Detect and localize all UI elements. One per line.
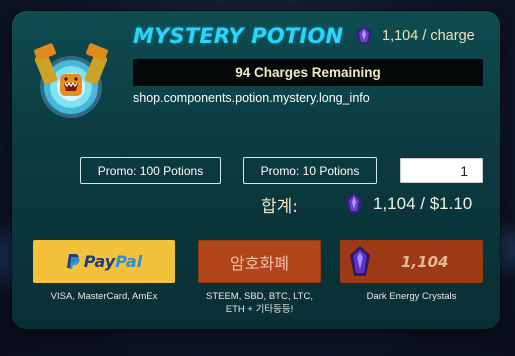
total-price-text: 1,104 / $1.10 xyxy=(373,194,473,213)
total-label: 합계: xyxy=(261,197,299,217)
quantity-input[interactable] xyxy=(400,158,483,183)
charges-remaining-bar: 94 Charges Remaining xyxy=(133,59,483,86)
dark-energy-crystal-icon xyxy=(350,245,370,276)
paypal-logo-part1: Pay xyxy=(83,252,116,271)
crypto-caption-line1: STEEM, SBD, BTC, LTC, xyxy=(206,291,313,302)
dark-energy-crystal-icon xyxy=(346,193,362,213)
paypal-logo: Pay Pal xyxy=(66,252,142,271)
crypto-caption: STEEM, SBD, BTC, LTC, ETH + 기타등등! xyxy=(188,290,331,316)
total-price: 1,104 / $1.10 xyxy=(345,192,472,216)
paypal-logo-part2: Pal xyxy=(115,252,143,271)
charges-remaining-text: 94 Charges Remaining xyxy=(235,65,381,80)
promo-100-potions-button[interactable]: Promo: 100 Potions xyxy=(80,157,221,184)
crypto-caption-line2: ETH + 기타등등! xyxy=(225,304,294,315)
potion-title: MYSTERY POTION xyxy=(133,24,344,48)
potion-info-text: shop.components.potion.mystery.long_info xyxy=(133,91,370,105)
dec-pay-button[interactable]: 1,104 xyxy=(340,240,483,283)
promo-10-potions-button[interactable]: Promo: 10 Potions xyxy=(243,157,377,184)
crypto-button-label: 암호화폐 xyxy=(230,253,289,273)
dark-energy-crystal-icon xyxy=(356,26,372,44)
potion-icon xyxy=(34,43,108,118)
paypal-caption: VISA, MasterCard, AmEx xyxy=(50,291,158,302)
paypal-button[interactable]: Pay Pal xyxy=(33,240,175,283)
crypto-button[interactable]: 암호화폐 xyxy=(198,240,321,283)
price-per-charge-text: 1,104 / charge xyxy=(382,28,475,44)
dec-caption: Dark Energy Crystals xyxy=(366,291,457,302)
price-per-charge: 1,104 / charge xyxy=(355,25,475,47)
dec-amount: 1,104 xyxy=(401,252,449,271)
paypal-icon xyxy=(66,254,80,269)
